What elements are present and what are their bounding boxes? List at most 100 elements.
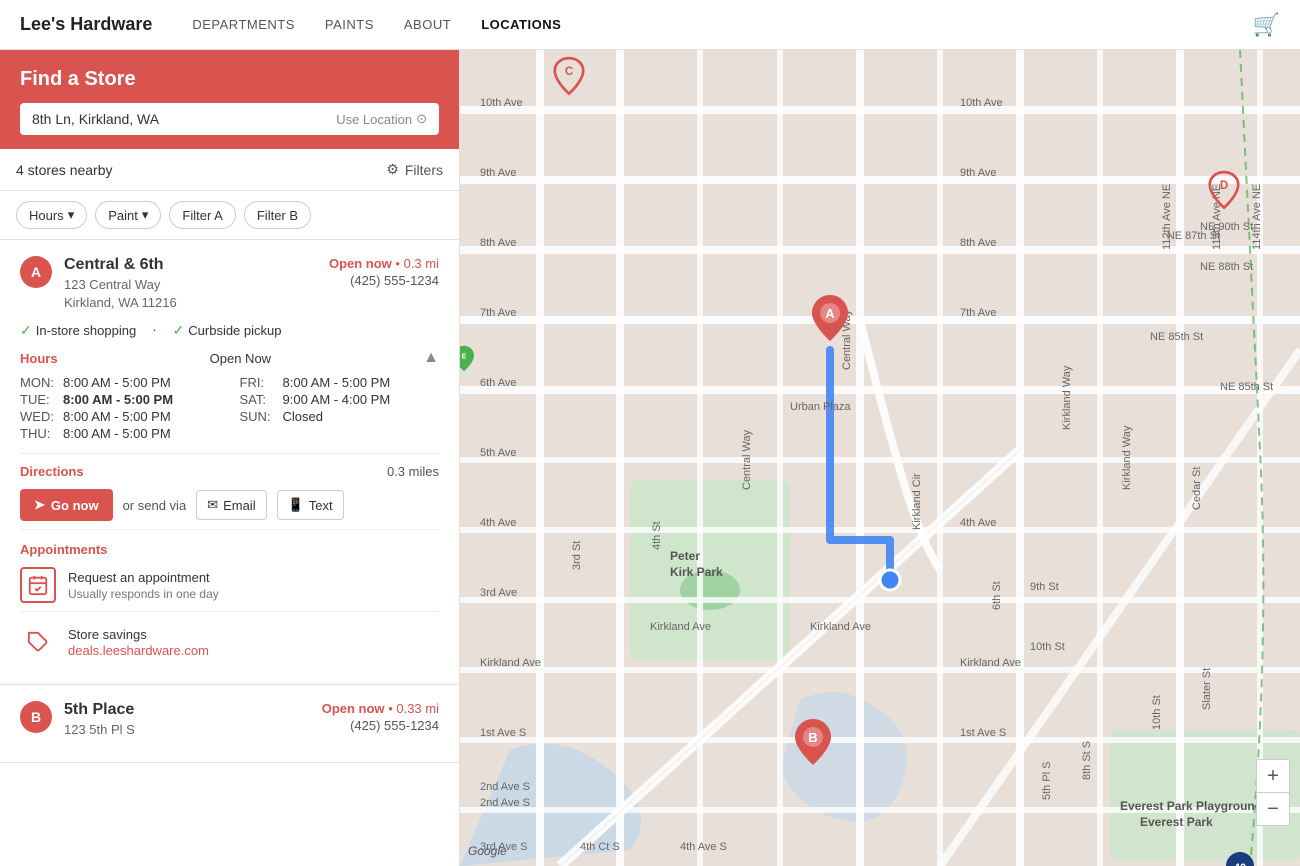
svg-text:8th St S: 8th St S bbox=[1081, 741, 1093, 780]
filter-b[interactable]: Filter B bbox=[244, 201, 311, 229]
feature-in-store: ✓ In-store shopping bbox=[20, 322, 136, 339]
filter-paint[interactable]: Paint ▾ bbox=[95, 201, 161, 229]
hours-time-tue: 8:00 AM - 5:00 PM bbox=[63, 392, 173, 407]
brand-logo: Lee's Hardware bbox=[20, 14, 152, 35]
hours-row-wed: WED: 8:00 AM - 5:00 PM bbox=[20, 409, 220, 424]
store-phone-b[interactable]: (425) 555-1234 bbox=[322, 718, 439, 733]
hours-time-sun: Closed bbox=[283, 409, 323, 424]
map-marker-c[interactable]: C bbox=[553, 54, 585, 99]
hours-label: Hours bbox=[20, 351, 58, 366]
svg-text:Kirkland Way: Kirkland Way bbox=[1061, 365, 1073, 430]
feature-curbside-label: Curbside pickup bbox=[188, 323, 281, 338]
savings-title: Store savings bbox=[68, 627, 209, 642]
open-now-label-b: Open now bbox=[322, 701, 385, 716]
zoom-out-button[interactable]: − bbox=[1257, 793, 1289, 825]
hours-row-fri: FRI: 8:00 AM - 5:00 PM bbox=[240, 375, 440, 390]
svg-text:Kirkland Ave: Kirkland Ave bbox=[810, 621, 871, 633]
send-email-button[interactable]: ✉ Email bbox=[196, 490, 266, 520]
hours-day-sat: SAT: bbox=[240, 392, 275, 407]
svg-text:NE 85th St: NE 85th St bbox=[1150, 331, 1203, 343]
svg-text:2nd Ave S: 2nd Ave S bbox=[480, 797, 530, 809]
store-address-a: 123 Central Way Kirkland, WA 11216 bbox=[64, 276, 317, 312]
svg-text:114th Ave NE: 114th Ave NE bbox=[1251, 184, 1263, 250]
svg-text:3rd St: 3rd St bbox=[571, 541, 583, 570]
svg-text:9th Ave: 9th Ave bbox=[960, 167, 997, 179]
nav-paints[interactable]: PAINTS bbox=[325, 17, 374, 32]
hours-row-thu: THU: 8:00 AM - 5:00 PM bbox=[20, 426, 220, 441]
google-logo: Google bbox=[468, 844, 507, 858]
store-phone-a[interactable]: (425) 555-1234 bbox=[329, 273, 439, 288]
store-card-header-b: B 5th Place 123 5th Pl S Open now • 0.33… bbox=[20, 701, 439, 739]
hours-time-sat: 9:00 AM - 4:00 PM bbox=[283, 392, 391, 407]
svg-text:5th Pl S: 5th Pl S bbox=[1041, 761, 1053, 800]
filter-paint-label: Paint bbox=[108, 208, 138, 223]
nav-locations[interactable]: LOCATIONS bbox=[481, 17, 561, 32]
search-input[interactable] bbox=[32, 111, 328, 127]
nav-about[interactable]: ABOUT bbox=[404, 17, 451, 32]
store-card-a: A Central & 6th 123 Central Way Kirkland… bbox=[0, 240, 459, 685]
appointment-text: Request an appointment Usually responds … bbox=[68, 570, 219, 601]
feature-in-store-label: In-store shopping bbox=[36, 323, 136, 338]
use-location-label: Use Location bbox=[336, 112, 412, 127]
stores-count: 4 stores nearby bbox=[16, 162, 376, 178]
text-label: Text bbox=[309, 498, 333, 513]
hours-time-thu: 8:00 AM - 5:00 PM bbox=[63, 426, 171, 441]
svg-text:Everest Park Playground: Everest Park Playground bbox=[1120, 799, 1262, 813]
map-marker-d[interactable]: D bbox=[1208, 168, 1240, 213]
directions-distance: 0.3 miles bbox=[387, 464, 439, 479]
savings-link[interactable]: deals.leeshardware.com bbox=[68, 643, 209, 658]
go-now-button[interactable]: ➤ Go now bbox=[20, 489, 113, 521]
filter-hours-label: Hours bbox=[29, 208, 64, 223]
svg-text:8th Ave: 8th Ave bbox=[960, 237, 997, 249]
hours-day-tue: TUE: bbox=[20, 392, 55, 407]
hours-day-fri: FRI: bbox=[240, 375, 275, 390]
svg-text:D: D bbox=[1220, 180, 1228, 192]
svg-text:4th Ct S: 4th Ct S bbox=[580, 841, 620, 853]
svg-text:10th St: 10th St bbox=[1151, 695, 1163, 730]
store-card-b: B 5th Place 123 5th Pl S Open now • 0.33… bbox=[0, 685, 459, 762]
svg-text:Kirk Park: Kirk Park bbox=[670, 565, 723, 579]
chevron-down-icon: ▾ bbox=[142, 207, 149, 223]
open-now-label: Open now bbox=[329, 256, 392, 271]
top-navigation: Lee's Hardware DEPARTMENTS PAINTS ABOUT … bbox=[0, 0, 1300, 50]
svg-text:Cedar St: Cedar St bbox=[1191, 467, 1203, 510]
store-distance-a: • bbox=[395, 256, 403, 271]
find-store-header: Find a Store Use Location ⊙ bbox=[0, 50, 459, 149]
map-marker-b[interactable]: B bbox=[795, 719, 831, 768]
store-info-a: Central & 6th 123 Central Way Kirkland, … bbox=[64, 256, 317, 312]
svg-text:7th Ave: 7th Ave bbox=[960, 307, 997, 319]
store-name-b[interactable]: 5th Place bbox=[64, 701, 310, 719]
zoom-in-button[interactable]: + bbox=[1257, 760, 1289, 792]
hours-day-thu: THU: bbox=[20, 426, 55, 441]
hours-section: Hours Open Now ▲ MON: 8:00 AM - 5:00 PM … bbox=[20, 349, 439, 441]
email-icon: ✉ bbox=[207, 497, 218, 513]
hours-row-mon: MON: 8:00 AM - 5:00 PM bbox=[20, 375, 220, 390]
filter-a[interactable]: Filter A bbox=[169, 201, 235, 229]
go-now-label: Go now bbox=[51, 498, 99, 513]
use-location-button[interactable]: Use Location ⊙ bbox=[336, 111, 427, 127]
svg-text:4th Ave S: 4th Ave S bbox=[680, 841, 727, 853]
navigation-icon: ➤ bbox=[34, 497, 45, 513]
svg-text:NE 85th St: NE 85th St bbox=[1220, 381, 1273, 393]
nav-departments[interactable]: DEPARTMENTS bbox=[192, 17, 295, 32]
svg-text:Everest Park: Everest Park bbox=[1140, 815, 1213, 829]
filters-button[interactable]: ⚙ Filters bbox=[386, 161, 443, 178]
map-marker-a[interactable]: A bbox=[812, 295, 848, 344]
store-name-a[interactable]: Central & 6th bbox=[64, 256, 317, 274]
hours-time-mon: 8:00 AM - 5:00 PM bbox=[63, 375, 171, 390]
svg-text:5th Ave: 5th Ave bbox=[480, 447, 517, 459]
send-text-button[interactable]: 📱 Text bbox=[277, 490, 344, 520]
directions-header: Directions 0.3 miles bbox=[20, 464, 439, 479]
cart-icon[interactable]: 🛒 bbox=[1253, 12, 1280, 38]
savings-text: Store savings deals.leeshardware.com bbox=[68, 627, 209, 658]
collapse-icon[interactable]: ▲ bbox=[423, 349, 439, 367]
hours-time-wed: 8:00 AM - 5:00 PM bbox=[63, 409, 171, 424]
svg-text:C: C bbox=[565, 66, 574, 78]
street-label-ne87: NE 87th St bbox=[1167, 230, 1220, 242]
appointment-request[interactable]: Request an appointment bbox=[68, 570, 219, 585]
filter-hours[interactable]: Hours ▾ bbox=[16, 201, 87, 229]
filters-icon: ⚙ bbox=[386, 161, 399, 178]
store-distance-b: 0.33 mi bbox=[396, 701, 439, 716]
svg-text:B: B bbox=[808, 730, 817, 745]
appointment-subtext: Usually responds in one day bbox=[68, 587, 219, 601]
